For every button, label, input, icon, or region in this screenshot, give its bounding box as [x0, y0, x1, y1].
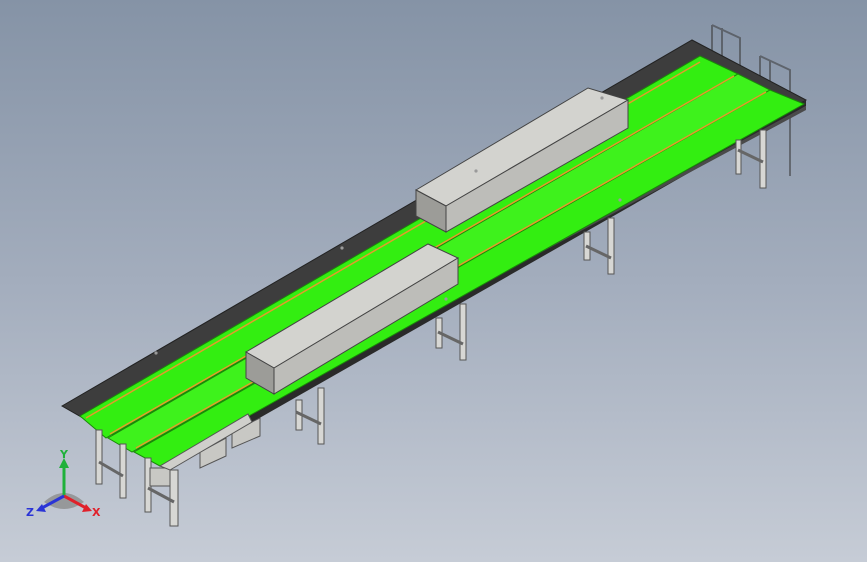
x-axis-label: X: [92, 506, 101, 519]
graphics-viewport[interactable]: Y X Z: [0, 0, 867, 562]
y-axis-label: Y: [59, 448, 69, 461]
conveyor-model[interactable]: [0, 0, 867, 562]
belt-lane-3[interactable]: [132, 89, 806, 467]
z-axis-label: Z: [26, 506, 34, 519]
orientation-triad[interactable]: Y X Z: [24, 446, 104, 526]
belt-lane-1[interactable]: [79, 55, 740, 439]
